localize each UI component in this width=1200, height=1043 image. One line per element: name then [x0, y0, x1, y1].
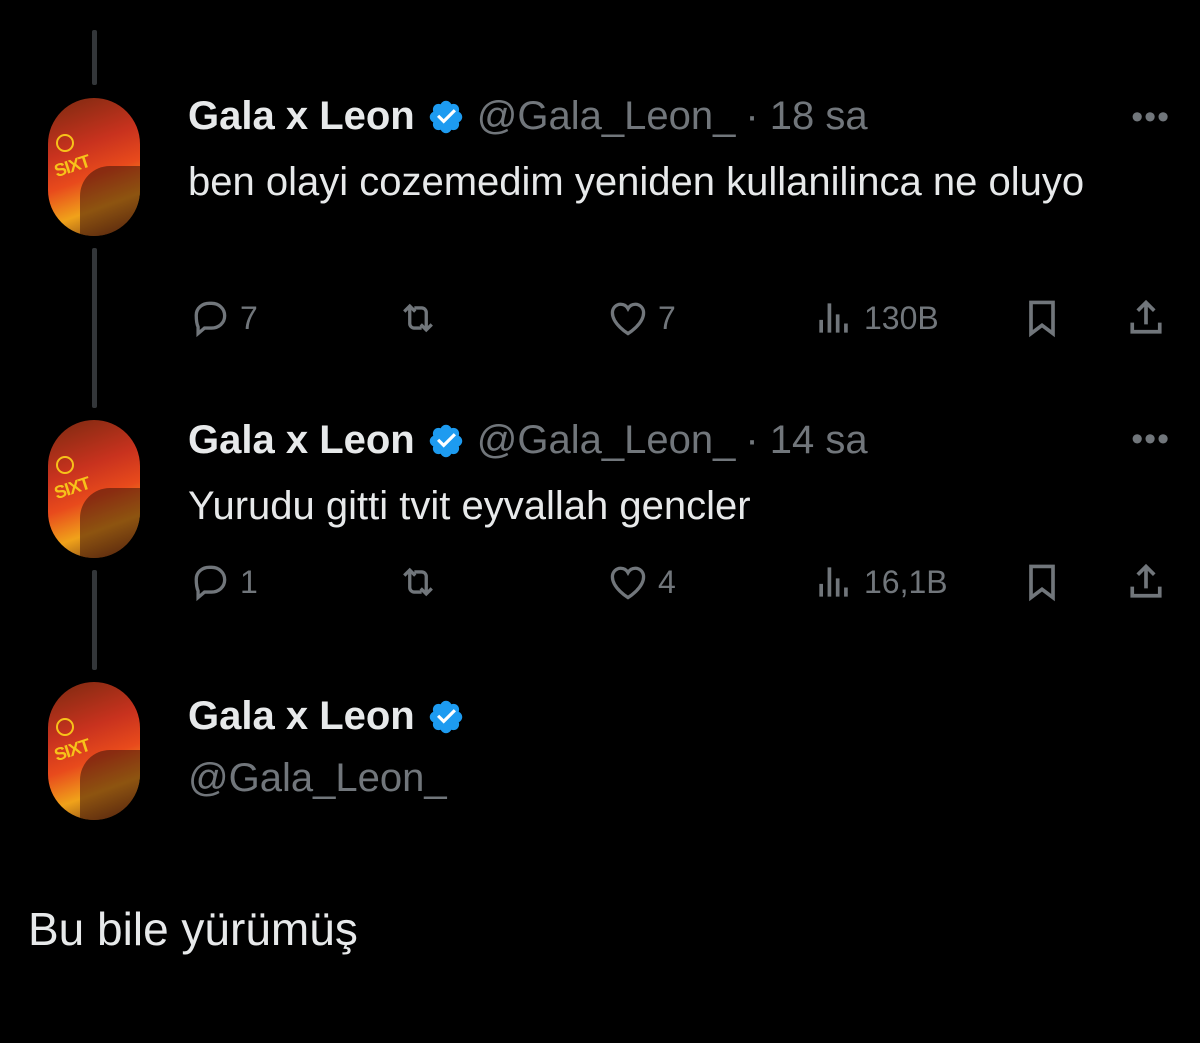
display-name[interactable]: Gala x Leon: [188, 418, 415, 463]
like-count: 7: [658, 299, 676, 336]
like-icon: [610, 302, 646, 336]
timestamp[interactable]: · 18 sa: [745, 94, 867, 139]
like-button[interactable]: 7: [606, 296, 676, 340]
club-crest: [56, 134, 74, 152]
reply-icon: [194, 565, 227, 602]
tweet-header: Gala x Leon @Gala_Leon_ · 14 sa: [188, 418, 868, 463]
tweet-text: Yurudu gitti tvit eyvallah gencler: [188, 484, 751, 528]
thread-line-top: [92, 30, 97, 85]
retweet-button[interactable]: [396, 296, 448, 340]
views-icon: [819, 567, 848, 597]
verified-badge-icon: [429, 424, 462, 457]
retweet-button[interactable]: [396, 560, 448, 604]
username[interactable]: @Gala_Leon_: [477, 418, 736, 463]
views-count: 16,1B: [864, 563, 948, 600]
tweet-text: ben olayi cozemedim yeniden kullanilinca…: [188, 160, 1085, 204]
profile-header: Gala x Leon: [188, 694, 465, 739]
username[interactable]: @Gala_Leon_: [188, 756, 447, 801]
display-name[interactable]: Gala x Leon: [188, 694, 415, 739]
views-button[interactable]: 130B: [812, 296, 939, 340]
display-name[interactable]: Gala x Leon: [188, 94, 415, 139]
reply-count: 1: [240, 563, 258, 600]
reply-icon: [194, 301, 227, 338]
main-tweet-text: Bu bile yürümüş: [28, 903, 358, 955]
verified-badge-icon: [429, 100, 462, 133]
avatar[interactable]: SIXT: [48, 98, 140, 236]
reply-button[interactable]: 1: [188, 560, 258, 604]
tweet-actions: 7 7 130B: [188, 296, 1168, 346]
thread-line-2: [92, 570, 97, 670]
share-button[interactable]: [1124, 560, 1168, 604]
tweet-actions: 1 4 16,1B: [188, 560, 1168, 610]
avatar[interactable]: SIXT: [48, 682, 140, 820]
share-icon: [1130, 299, 1162, 334]
tweet-header: Gala x Leon @Gala_Leon_ · 18 sa: [188, 94, 868, 139]
retweet-icon: [403, 303, 433, 333]
more-icon[interactable]: •••: [1131, 98, 1170, 137]
reply-button[interactable]: 7: [188, 296, 258, 340]
share-button[interactable]: [1124, 296, 1168, 340]
bookmark-icon: [1029, 300, 1055, 338]
verified-badge-icon: [429, 700, 462, 733]
like-count: 4: [658, 563, 676, 600]
like-button[interactable]: 4: [606, 560, 676, 604]
club-crest: [56, 718, 74, 736]
reply-count: 7: [240, 299, 258, 336]
username[interactable]: @Gala_Leon_: [477, 94, 736, 139]
avatar[interactable]: SIXT: [48, 420, 140, 558]
club-crest: [56, 456, 74, 474]
views-icon: [819, 303, 848, 333]
share-icon: [1130, 563, 1162, 598]
like-icon: [610, 566, 646, 600]
thread-line-1: [92, 248, 97, 408]
bookmark-button[interactable]: [1020, 560, 1064, 604]
bookmark-button[interactable]: [1020, 296, 1064, 340]
bookmark-icon: [1029, 564, 1055, 602]
views-button[interactable]: 16,1B: [812, 560, 948, 604]
more-icon[interactable]: •••: [1131, 420, 1170, 459]
timestamp[interactable]: · 14 sa: [745, 418, 867, 463]
retweet-icon: [403, 567, 433, 597]
views-count: 130B: [864, 299, 939, 336]
